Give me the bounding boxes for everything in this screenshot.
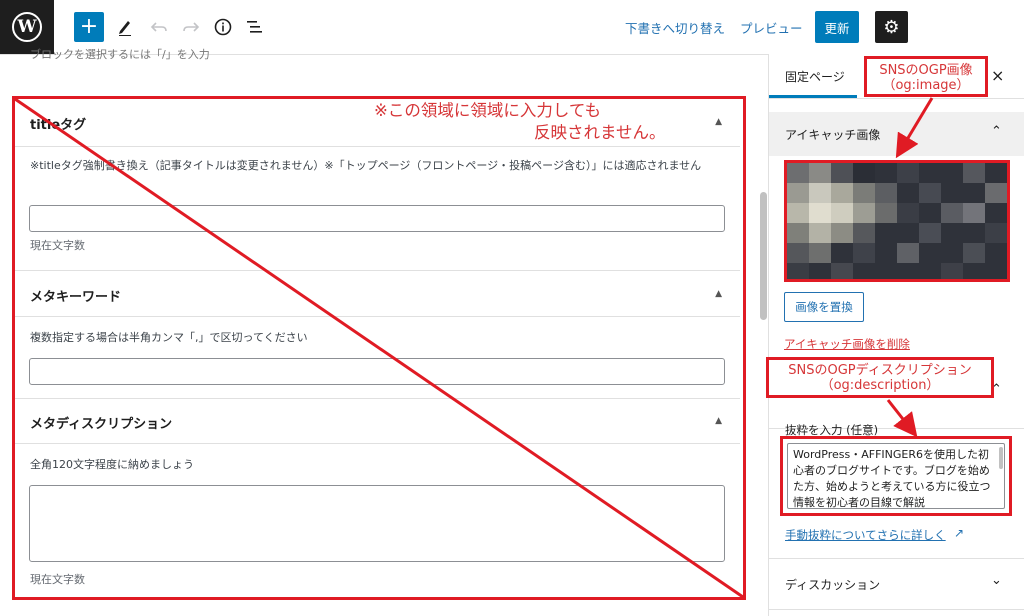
preview-button[interactable]: プレビュー: [740, 18, 803, 37]
excerpt-textarea[interactable]: WordPress・AFFINGER6を使用した初心者のブログサイトです。ブログ…: [787, 443, 1005, 509]
redo-icon[interactable]: [180, 15, 202, 39]
featured-image-title: アイキャッチ画像: [785, 128, 881, 142]
og-image-callout-line1: SNSのOGP画像: [879, 63, 973, 78]
external-link-icon: ↗: [954, 526, 965, 540]
remove-featured-image-link[interactable]: アイキャッチ画像を削除: [784, 336, 910, 352]
info-icon[interactable]: [212, 15, 234, 39]
discussion-panel-header[interactable]: ディスカッション ⌄: [769, 558, 1024, 610]
switch-to-draft-button[interactable]: 下書きへ切り替え: [625, 18, 725, 37]
excerpt-scrollbar[interactable]: [999, 447, 1003, 469]
undo-icon[interactable]: [148, 15, 170, 39]
settings-gear-icon[interactable]: ⚙: [875, 11, 908, 43]
block-hint-text: ブロックを選択するには「/」を入力: [30, 48, 210, 61]
featured-image-preview[interactable]: [784, 160, 1010, 282]
list-view-icon[interactable]: [244, 15, 266, 39]
add-block-button[interactable]: +: [74, 12, 104, 42]
replace-image-button[interactable]: 画像を置換: [784, 292, 864, 322]
edit-pencil-icon[interactable]: [114, 15, 136, 39]
annotation-notice-line1: ※この領域に領域に入力しても: [374, 101, 602, 120]
excerpt-highlight: WordPress・AFFINGER6を使用した初心者のブログサイトです。ブログ…: [780, 436, 1012, 516]
annotation-notice-line2: 反映されません。: [534, 123, 666, 142]
featured-image-mosaic: [787, 163, 1007, 279]
settings-sidebar: 固定ページ × アイキャッチ画像 ⌃ 抜粋を入力 (任意) ⌃ 手動抜粋について…: [768, 54, 1024, 616]
og-description-callout: SNSのOGPディスクリプション （og:description）: [766, 357, 994, 398]
active-tab-indicator: [769, 95, 857, 98]
update-button[interactable]: 更新: [815, 11, 859, 43]
editor-scrollbar[interactable]: [758, 54, 768, 616]
excerpt-learn-more-link[interactable]: 手動抜粋についてさらに詳しく: [785, 527, 946, 543]
tab-page[interactable]: 固定ページ: [785, 68, 845, 85]
chevron-up-icon[interactable]: ⌃: [991, 124, 1002, 139]
og-image-callout-line2: （og:image）: [882, 78, 970, 93]
og-image-callout: SNSのOGP画像 （og:image）: [864, 56, 988, 97]
annotation-disabled-area: [12, 96, 746, 600]
discussion-title: ディスカッション: [785, 578, 881, 592]
og-description-callout-line2: （og:description）: [820, 378, 940, 393]
featured-image-panel-header[interactable]: アイキャッチ画像 ⌃: [769, 112, 1024, 156]
close-sidebar-icon[interactable]: ×: [991, 66, 1004, 85]
chevron-down-icon[interactable]: ⌄: [991, 573, 1002, 588]
og-description-callout-line1: SNSのOGPディスクリプション: [788, 363, 972, 378]
